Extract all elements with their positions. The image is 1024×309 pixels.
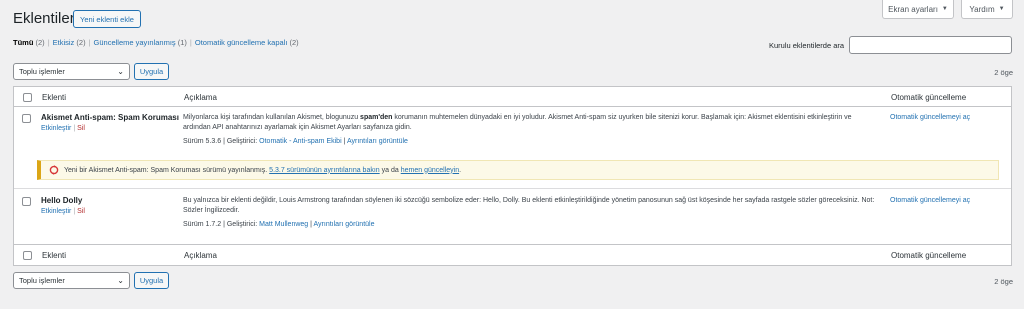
update-notice-end: . <box>459 166 462 174</box>
column-plugin: Eklenti <box>42 93 67 102</box>
plugin-meta: Sürüm 1.7.2 | Geliştirici: Matt Mullenwe… <box>183 221 375 228</box>
developer-link[interactable]: Otomatik - Anti-spam Ekibi <box>259 138 341 145</box>
filter-auto-update-disabled[interactable]: Otomatik güncelleme kapalı <box>195 38 288 47</box>
plugin-title: Akismet Anti-spam: Spam Koruması <box>41 113 179 122</box>
table-row: Akismet Anti-spam: Spam Koruması Etkinle… <box>14 108 1011 156</box>
update-notice-text: Yeni bir Akismet Anti-spam: Spam Korumas… <box>64 166 268 174</box>
plugin-description-cell: Milyonlarca kişi tarafından kullanılan A… <box>183 113 878 145</box>
enable-auto-update-link[interactable]: Otomatik güncellemeyi aç <box>890 197 970 204</box>
row-divider <box>14 188 1011 189</box>
developer-link[interactable]: Matt Mullenweg <box>259 221 308 228</box>
caret-down-icon: ▼ <box>941 6 948 12</box>
caret-down-icon: ▼ <box>998 6 1005 12</box>
plugin-meta: Sürüm 5.3.6 | Geliştirici: Otomatik - An… <box>183 138 408 145</box>
apply-button-bottom[interactable]: Uygula <box>134 272 169 289</box>
items-count-bottom: 2 öge <box>994 277 1013 286</box>
column-auto-updates: Otomatik güncelleme <box>891 93 967 102</box>
delete-link[interactable]: Sil <box>77 208 85 215</box>
update-notice-or: ya da <box>381 166 399 174</box>
search-input[interactable] <box>849 36 1012 54</box>
table-footer: Eklenti Açıklama Otomatik güncelleme <box>13 244 1012 266</box>
plugin-description-cell: Bu yalnızca bir eklenti değildir, Louis … <box>183 196 878 228</box>
update-notice: Yeni bir Akismet Anti-spam: Spam Korumas… <box>37 160 999 180</box>
plugin-status-filters: Tümü (2) | Etkisiz (2) | Güncelleme yayınlan… <box>13 38 299 47</box>
delete-link[interactable]: Sil <box>77 125 85 132</box>
apply-button-top[interactable]: Uygula <box>134 63 169 80</box>
plugin-checkbox[interactable] <box>22 114 31 123</box>
help-label: Yardım <box>969 4 995 14</box>
column-auto-updates-footer: Otomatik güncelleme <box>891 251 967 260</box>
activate-link[interactable]: Etkinleştir <box>41 125 71 132</box>
screen-options-button[interactable]: Ekran ayarları ▼ <box>882 0 954 19</box>
screen-options-label: Ekran ayarları <box>888 4 938 14</box>
bulk-actions-label: Toplu işlemler <box>19 276 65 285</box>
table-header: Eklenti Açıklama Otomatik güncelleme <box>13 86 1012 107</box>
plugin-description: Bu yalnızca bir eklenti değildir, Louis … <box>183 197 875 214</box>
search-label: Kurulu eklentilerde ara <box>769 41 845 50</box>
column-plugin-footer: Eklenti <box>42 251 67 260</box>
help-button[interactable]: Yardım ▼ <box>961 0 1013 19</box>
view-details-link[interactable]: Ayrıntıları görüntüle <box>347 138 408 145</box>
chevron-down-icon: ⌄ <box>117 276 124 285</box>
filter-all-count: (2) <box>35 38 45 47</box>
plugin-title: Hello Dolly <box>41 196 83 205</box>
update-icon <box>49 165 59 175</box>
view-details-link[interactable]: Ayrıntıları görüntüle <box>314 221 375 228</box>
bulk-actions-select-top[interactable]: Toplu işlemler ⌄ <box>13 63 130 80</box>
enable-auto-update-link[interactable]: Otomatik güncellemeyi aç <box>890 114 970 121</box>
select-all-checkbox[interactable] <box>23 93 32 102</box>
filter-auto-update-count: (2) <box>289 38 299 47</box>
plugin-name-cell: Hello Dolly Etkinleştir | Sil <box>41 196 85 215</box>
add-new-plugin-button[interactable]: Yeni eklenti ekle <box>73 10 141 28</box>
bulk-actions-select-bottom[interactable]: Toplu işlemler ⌄ <box>13 272 130 289</box>
column-description: Açıklama <box>184 93 217 102</box>
row-actions: Etkinleştir | Sil <box>41 208 85 215</box>
filter-update-count: (1) <box>177 38 187 47</box>
update-now-link[interactable]: hemen güncelleyin <box>401 167 459 174</box>
plugin-checkbox[interactable] <box>22 197 31 206</box>
activate-link[interactable]: Etkinleştir <box>41 208 71 215</box>
items-count-top: 2 öge <box>994 68 1013 77</box>
filter-inactive[interactable]: Etkisiz <box>53 38 75 47</box>
column-description-footer: Açıklama <box>184 251 217 260</box>
table-row: Hello Dolly Etkinleştir | Sil Bu yalnızca … <box>14 190 1011 240</box>
select-all-checkbox-footer[interactable] <box>23 251 32 260</box>
filter-inactive-count: (2) <box>76 38 86 47</box>
bulk-actions-label: Toplu işlemler <box>19 67 65 76</box>
chevron-down-icon: ⌄ <box>117 67 124 76</box>
view-version-details-link[interactable]: 5.3.7 sürümünün ayrıntılarına bakın <box>269 167 380 174</box>
plugin-description: Milyonlarca kişi tarafından kullanılan A… <box>183 114 852 131</box>
page-title: Eklentiler <box>13 10 75 27</box>
filter-all[interactable]: Tümü <box>13 38 33 47</box>
filter-update-available[interactable]: Güncelleme yayınlanmış <box>94 38 176 47</box>
plugin-name-cell: Akismet Anti-spam: Spam Koruması Etkinle… <box>41 113 179 132</box>
row-actions: Etkinleştir | Sil <box>41 125 85 132</box>
